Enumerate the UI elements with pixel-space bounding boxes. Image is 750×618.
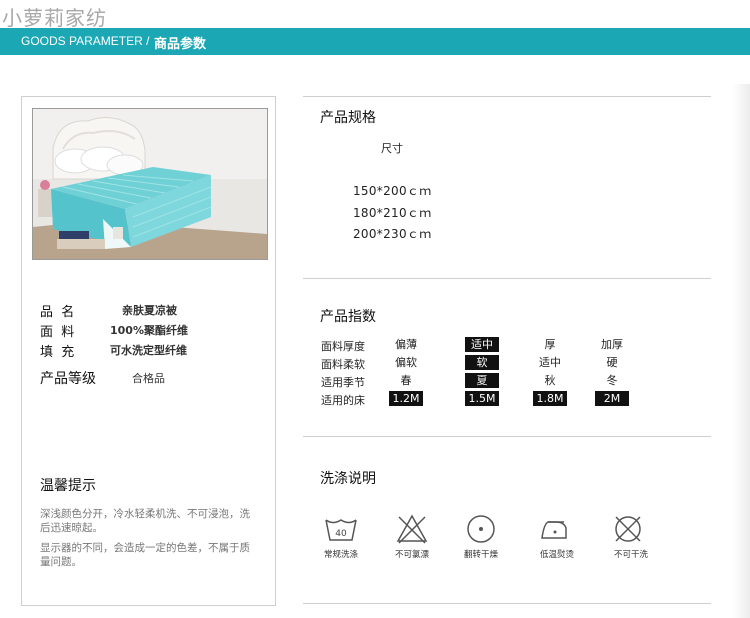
size-item: 180*210ｃｍ [353,206,432,220]
index-option-selected: 软 [465,355,499,370]
tumble-dry-icon [467,515,495,543]
tips-line-1: 深浅颜色分开，冷水轻柔机洗、不可浸泡，洗后迅速晾起。 [40,508,250,534]
index-row-label: 面料柔软 [321,358,365,371]
low-iron-icon [541,521,567,539]
index-option-selected: 1.8M [533,391,567,406]
wash-label: 不可氯漂 [394,550,429,560]
watermark: 小萝莉家纺 [2,6,107,30]
index-option: 偏薄 [395,338,417,351]
grade-key: 产品等级 [40,371,96,387]
no-dry-clean-icon [615,516,641,542]
index-row-label: 适用的床 [321,394,365,407]
wash-40-icon: 40 [325,519,357,541]
wash-title: 洗涤说明 [320,471,376,487]
wash-temp-label: 40 [335,529,347,539]
index-title: 产品指数 [320,309,376,325]
size-item: 200*230ｃｍ [353,227,432,241]
size-item: 150*200ｃｍ [353,184,432,198]
product-info-panel: 品 名 亲肤夏凉被 面 料 100%聚酯纤维 填 充 可水洗定型纤维 产品等级 … [21,96,276,606]
wash-label: 低温熨烫 [539,550,574,560]
index-option: 厚 [544,338,556,351]
header-cn-label: 商品参数 [154,37,207,52]
header-en-label: GOODS PARAMETER / [21,34,150,48]
product-image [32,108,268,260]
product-name-value: 亲肤夏凉被 [122,304,177,317]
divider-index [303,436,711,437]
index-row-label: 面料厚度 [321,340,365,353]
index-option: 秋 [544,374,556,387]
index-option-selected: 夏 [465,373,499,388]
wash-label: 不可干洗 [613,550,648,560]
right-edge-shadow [733,84,750,618]
fabric-key: 面 料 [40,325,75,340]
index-option-selected: 2M [595,391,629,406]
divider-spec [303,278,711,279]
product-name-key: 品 名 [40,305,75,320]
spec-title: 产品规格 [320,110,376,126]
size-header: 尺寸 [381,142,403,155]
goods-parameter-header: GOODS PARAMETER / 商品参数 [0,28,750,55]
index-row-label: 适用季节 [321,376,365,389]
tips-line-2: 显示器的不同，会造成一定的色差，不属于质量问题。 [40,542,250,568]
fabric-value: 100%聚酯纤维 [110,324,188,337]
index-option: 硬 [606,356,618,369]
index-option: 偏软 [395,356,417,369]
tips-title: 温馨提示 [40,478,96,494]
index-option: 春 [400,374,412,387]
filling-value: 可水洗定型纤维 [110,344,187,357]
grade-value: 合格品 [132,372,165,385]
divider-bottom [303,603,711,604]
index-option: 加厚 [601,338,623,351]
filling-key: 填 充 [40,345,75,360]
wash-label: 翻转干燥 [463,550,498,560]
index-option: 适中 [539,356,561,369]
wash-label: 常规洗涤 [323,550,358,560]
index-option-selected: 1.5M [465,391,499,406]
index-option: 冬 [606,374,618,387]
divider-top [303,96,711,97]
no-bleach-icon [396,514,428,544]
index-option-selected: 适中 [465,337,499,352]
index-option-selected: 1.2M [389,391,423,406]
